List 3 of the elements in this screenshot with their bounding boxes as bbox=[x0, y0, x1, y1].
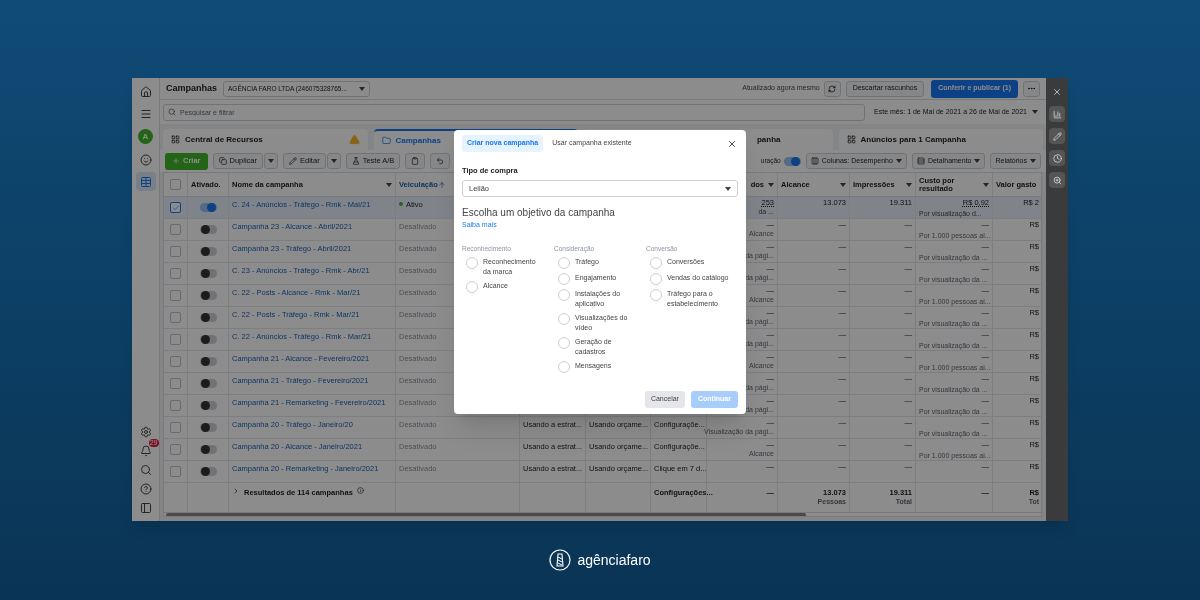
page-title: Campanhas bbox=[166, 81, 218, 95]
section-heading: Escolha um objetivo da campanha bbox=[462, 206, 616, 221]
brand-logo-text: agênciafaro bbox=[577, 550, 651, 570]
